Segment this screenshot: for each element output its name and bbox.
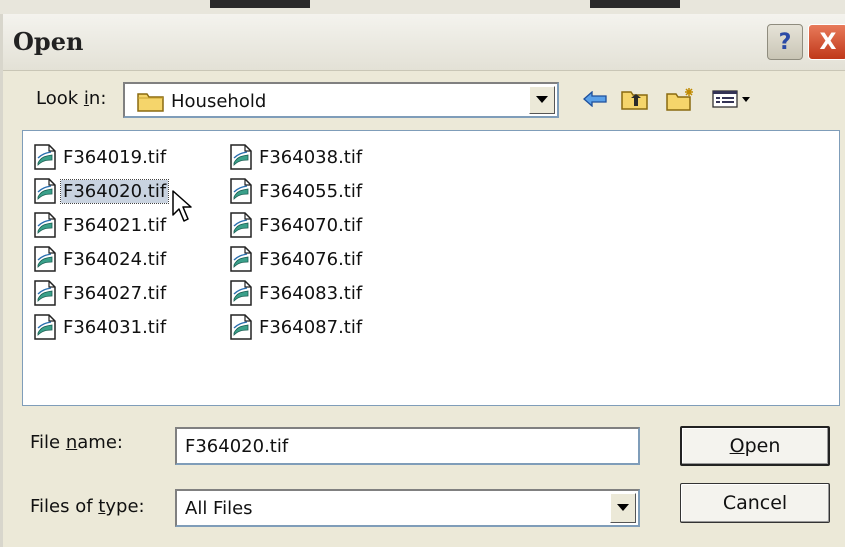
file-name: F364024.tif xyxy=(63,248,167,270)
filetype-label: Files of type: xyxy=(30,496,145,517)
tif-file-icon xyxy=(230,280,252,306)
file-item[interactable]: F364021.tif xyxy=(33,210,168,240)
chevron-down-icon xyxy=(536,96,548,103)
file-name: F364038.tif xyxy=(259,146,363,168)
filetype-value: All Files xyxy=(185,498,253,519)
tif-file-icon xyxy=(34,280,56,306)
lookin-label: Look in: xyxy=(36,88,107,109)
file-item[interactable]: F364038.tif xyxy=(229,142,364,172)
file-item[interactable]: F364020.tif xyxy=(33,176,170,206)
tif-file-icon xyxy=(230,246,252,272)
up-one-level-button[interactable] xyxy=(620,86,650,112)
file-name: F364020.tif xyxy=(59,178,170,204)
file-item[interactable]: F364024.tif xyxy=(33,244,168,274)
close-icon: X xyxy=(819,29,837,55)
chevron-down-icon xyxy=(617,504,629,511)
file-item[interactable]: F364031.tif xyxy=(33,312,168,342)
title-bar[interactable]: Open ? X xyxy=(3,14,845,71)
filetype-dropdown[interactable]: All Files xyxy=(175,489,640,527)
file-name: F364019.tif xyxy=(63,146,167,168)
tif-file-icon xyxy=(34,314,56,340)
background-strip-block xyxy=(210,0,310,8)
create-new-folder-button[interactable] xyxy=(665,86,697,112)
background-strip-block xyxy=(590,0,680,8)
tif-file-icon xyxy=(34,246,56,272)
file-name: F364031.tif xyxy=(63,316,167,338)
view-menu-button[interactable] xyxy=(710,86,754,112)
file-item[interactable]: F364019.tif xyxy=(33,142,168,172)
close-button[interactable]: X xyxy=(808,24,845,60)
tif-file-icon xyxy=(230,178,252,204)
file-item[interactable]: F364027.tif xyxy=(33,278,168,308)
file-name: F364021.tif xyxy=(63,214,167,236)
open-button-label: Open xyxy=(729,435,781,457)
tif-file-icon xyxy=(230,314,252,340)
help-icon: ? xyxy=(778,29,792,55)
cancel-button[interactable]: Cancel xyxy=(680,483,830,523)
back-button[interactable] xyxy=(580,86,610,112)
new-folder-icon xyxy=(666,88,693,111)
lookin-value: Household xyxy=(171,91,267,112)
open-button[interactable]: Open xyxy=(680,426,830,466)
file-item[interactable]: F364055.tif xyxy=(229,176,364,206)
file-name: F364087.tif xyxy=(259,316,363,338)
tif-file-icon xyxy=(230,144,252,170)
file-item[interactable]: F364087.tif xyxy=(229,312,364,342)
file-name: F364027.tif xyxy=(63,282,167,304)
tif-file-icon xyxy=(230,212,252,238)
dialog-title: Open xyxy=(13,27,84,56)
filetype-dropdown-button[interactable] xyxy=(610,493,636,523)
background-window-strip xyxy=(0,0,845,14)
up-folder-icon xyxy=(621,91,648,110)
folder-icon xyxy=(137,93,164,112)
file-name: F364076.tif xyxy=(259,248,363,270)
file-item[interactable]: F364076.tif xyxy=(229,244,364,274)
file-name: F364055.tif xyxy=(259,180,363,202)
cancel-button-label: Cancel xyxy=(722,492,788,514)
filename-label: File name: xyxy=(30,432,123,453)
lookin-dropdown[interactable]: Household xyxy=(123,82,559,118)
mouse-cursor-icon xyxy=(172,190,192,222)
tif-file-icon xyxy=(34,212,56,238)
file-item[interactable]: F364083.tif xyxy=(229,278,364,308)
file-name: F364083.tif xyxy=(259,282,363,304)
background-window-edge xyxy=(0,14,3,547)
lookin-dropdown-button[interactable] xyxy=(529,86,555,114)
back-arrow-icon xyxy=(583,91,607,107)
tif-file-icon xyxy=(34,144,56,170)
filename-input[interactable]: F364020.tif xyxy=(175,427,640,465)
tif-file-icon xyxy=(34,178,56,204)
file-name: F364070.tif xyxy=(259,214,363,236)
view-menu-icon xyxy=(712,90,750,108)
file-item[interactable]: F364070.tif xyxy=(229,210,364,240)
help-button[interactable]: ? xyxy=(767,24,803,60)
filename-value: F364020.tif xyxy=(185,436,289,457)
file-list[interactable]: F364019.tif F364020.tif F364021.tif F364024… xyxy=(22,130,840,406)
